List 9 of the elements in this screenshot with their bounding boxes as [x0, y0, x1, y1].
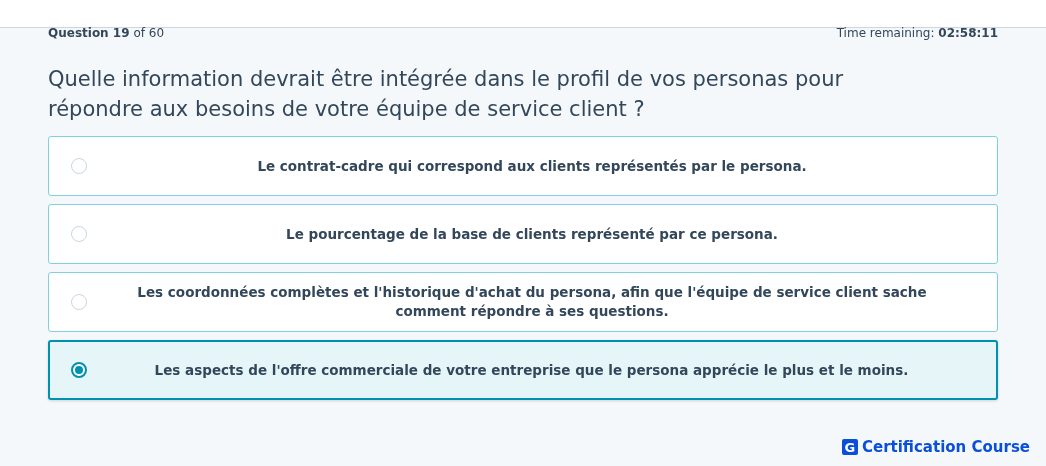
answer-option[interactable]: Les aspects de l'offre commerciale de votre entreprise que le persona apprécie le plus et le moins. [48, 340, 998, 400]
time-remaining: Time remaining: 02:58:11 [836, 28, 998, 42]
answer-option[interactable]: Le pourcentage de la base de clients représenté par ce persona. [48, 204, 998, 264]
brand-logo: G [841, 439, 858, 455]
answer-option[interactable]: Les coordonnées complètes et l'historique d'achat du persona, afin que l'équipe de service client sache comment répondre à ses questions. [48, 272, 998, 332]
brand-name: Certification Course [861, 438, 1030, 456]
answer-option[interactable]: Le contrat-cadre qui correspond aux clients représentés par le persona. [48, 136, 998, 196]
radio-button[interactable] [71, 362, 87, 378]
question-text: Quelle information devrait être intégrée dans le profil de vos personas pour répondre aux besoins de votre équipe de service client ? [48, 66, 845, 123]
